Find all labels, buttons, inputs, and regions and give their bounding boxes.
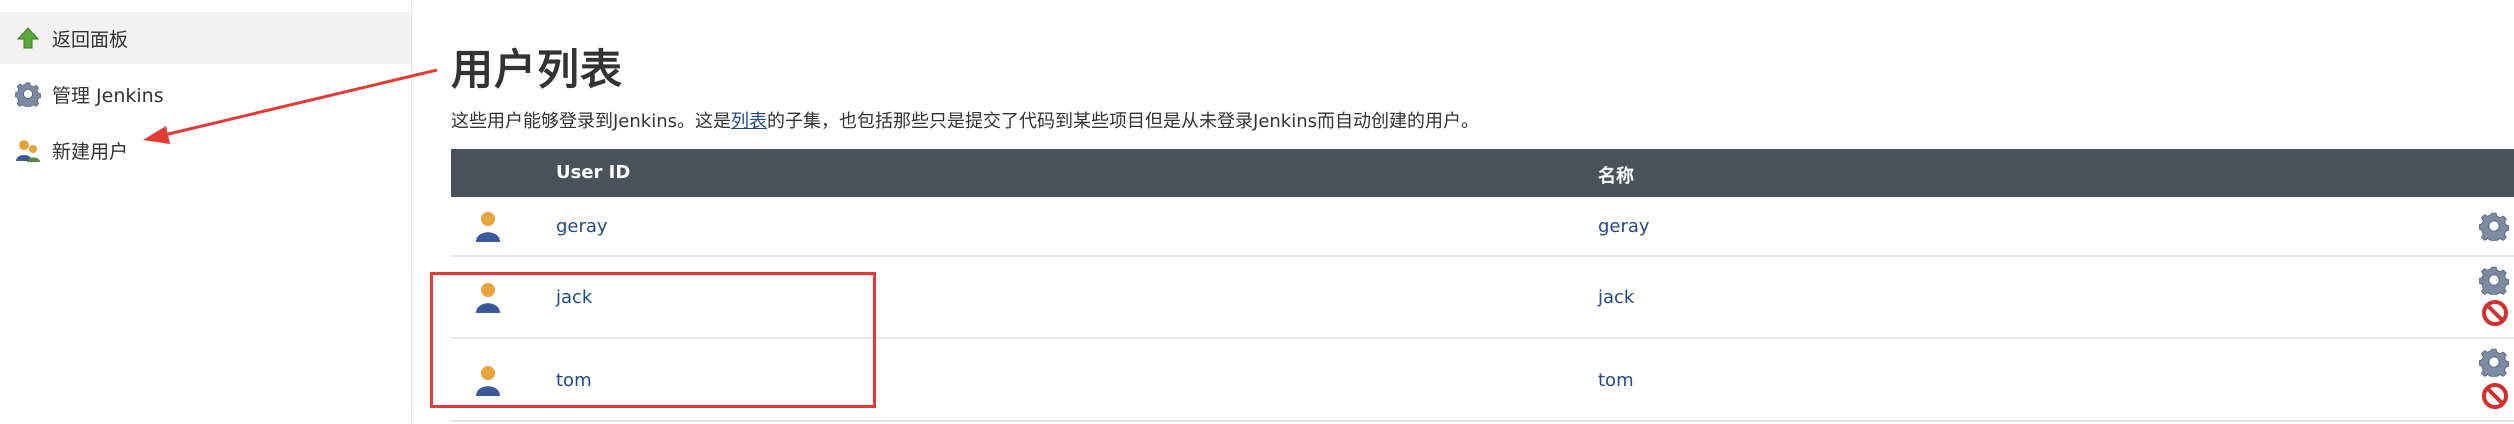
description-text: 这些用户能够登录到Jenkins。这是: [451, 111, 732, 132]
sidebar-item-new-user[interactable]: 新建用户: [0, 124, 410, 176]
table-row: jack jack: [451, 257, 2514, 339]
user-name-link[interactable]: geray: [1598, 216, 1650, 237]
delete-user-icon[interactable]: [2481, 299, 2509, 327]
add-user-icon: [14, 136, 42, 164]
sidebar-item-label: 管理 Jenkins: [52, 84, 164, 107]
sidebar-item-label: 新建用户: [52, 140, 129, 163]
table-header: User ID 名称: [451, 149, 2514, 197]
user-icon: [473, 363, 503, 397]
sidebar-item-label: 返回面板: [52, 28, 129, 51]
up-arrow-icon: [14, 24, 42, 52]
table-row: geray geray: [451, 197, 2514, 257]
column-header-user-id[interactable]: User ID: [556, 162, 630, 183]
user-icon: [473, 280, 503, 314]
sidebar-item-manage-jenkins[interactable]: 管理 Jenkins: [0, 68, 410, 120]
description-link[interactable]: 列表: [731, 111, 767, 132]
configure-user-gear-icon[interactable]: [2478, 347, 2510, 380]
configure-user-gear-icon[interactable]: [2478, 211, 2510, 244]
column-header-name[interactable]: 名称: [1598, 162, 1634, 188]
users-table: User ID 名称 geray geray jack jack tom tom: [451, 149, 2514, 422]
user-id-link[interactable]: geray: [556, 216, 608, 237]
sidebar-item-back-to-dashboard[interactable]: 返回面板: [0, 12, 410, 64]
user-name-link[interactable]: tom: [1598, 370, 1634, 391]
description-text: 的子集，也包括那些只是提交了代码到某些项目但是从未登录Jenkins而自动创建的…: [767, 111, 1480, 132]
page-title: 用户列表: [451, 45, 624, 94]
delete-user-icon[interactable]: [2481, 382, 2509, 410]
user-id-link[interactable]: jack: [556, 287, 592, 308]
sidebar: 返回面板 管理 Jenkins 新建用户: [0, 0, 412, 424]
configure-user-gear-icon[interactable]: [2478, 265, 2510, 298]
page-description: 这些用户能够登录到Jenkins。这是列表的子集，也包括那些只是提交了代码到某些…: [451, 107, 1479, 133]
gear-icon: [14, 80, 42, 108]
user-icon: [473, 209, 503, 243]
user-id-link[interactable]: tom: [556, 370, 592, 391]
table-row: tom tom: [451, 339, 2514, 422]
user-name-link[interactable]: jack: [1598, 287, 1634, 308]
